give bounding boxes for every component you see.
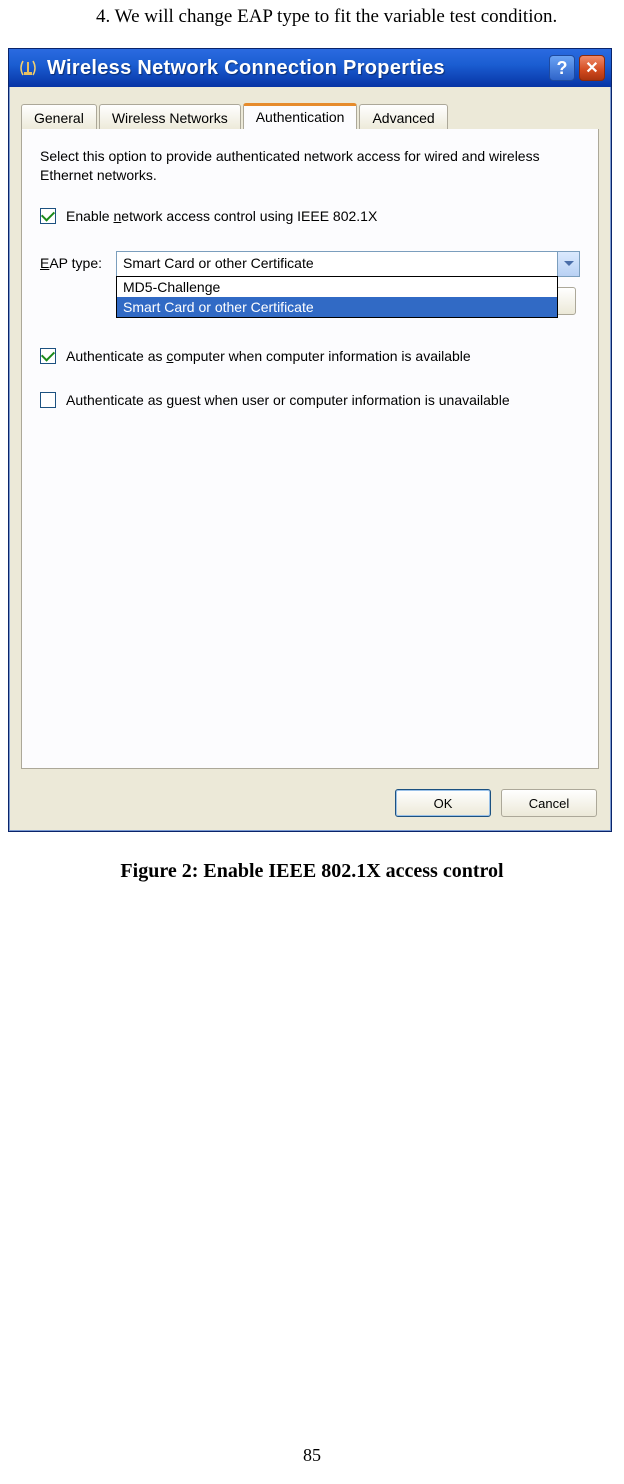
auth-as-guest-row: Authenticate as guest when user or compu… — [40, 391, 580, 409]
page-number: 85 — [0, 1445, 624, 1466]
panel-description: Select this option to provide authentica… — [40, 147, 580, 185]
tab-general[interactable]: General — [21, 104, 97, 130]
eap-type-label: EAP type: — [40, 251, 102, 271]
titlebar-buttons: ? ✕ — [549, 55, 605, 81]
t: omputer when computer information is ava… — [173, 348, 470, 364]
figure-caption: Figure 2: Enable IEEE 802.1X access cont… — [0, 860, 624, 883]
titlebar: Wireless Network Connection Properties ?… — [9, 49, 611, 87]
auth-as-computer-checkbox[interactable] — [40, 348, 56, 364]
enable-8021x-row: Enable network access control using IEEE… — [40, 207, 580, 225]
t: Enable — [66, 208, 113, 224]
tab-strip: General Wireless Networks Authentication… — [9, 87, 611, 129]
dialog-button-row: OK Cancel — [9, 781, 611, 831]
eap-type-value: Smart Card or other Certificate — [117, 252, 557, 276]
dropdown-item-md5[interactable]: MD5-Challenge — [117, 277, 557, 297]
authentication-panel: Select this option to provide authentica… — [21, 129, 599, 769]
dropdown-item-smartcard[interactable]: Smart Card or other Certificate — [117, 297, 557, 317]
screenshot-region: Wireless Network Connection Properties ?… — [8, 48, 616, 832]
close-button[interactable]: ✕ — [579, 55, 605, 81]
t: AP type: — [49, 255, 102, 271]
t: E — [40, 255, 49, 271]
auth-as-guest-checkbox[interactable] — [40, 392, 56, 408]
auth-as-computer-row: Authenticate as computer when computer i… — [40, 347, 580, 365]
auth-as-computer-label: Authenticate as computer when computer i… — [66, 347, 471, 365]
eap-type-combobox[interactable]: Smart Card or other Certificate — [116, 251, 580, 277]
t: uest when user or computer information i… — [174, 392, 509, 408]
eap-combo-wrap: Smart Card or other Certificate MD5-Chal… — [116, 251, 580, 277]
cancel-button[interactable]: Cancel — [501, 789, 597, 817]
ok-button[interactable]: OK — [395, 789, 491, 817]
auth-as-guest-label: Authenticate as guest when user or compu… — [66, 391, 510, 409]
t: etwork access control using IEEE 802.1X — [121, 208, 377, 224]
tab-advanced[interactable]: Advanced — [359, 104, 447, 130]
help-button[interactable]: ? — [549, 55, 575, 81]
eap-type-row: EAP type: Smart Card or other Certificat… — [40, 251, 580, 277]
eap-type-dropdown: MD5-Challenge Smart Card or other Certif… — [116, 276, 558, 318]
t: Authenticate as — [66, 392, 166, 408]
properties-dialog: Wireless Network Connection Properties ?… — [8, 48, 612, 832]
wireless-icon — [17, 57, 39, 79]
t: Authenticate as — [66, 348, 166, 364]
tab-authentication[interactable]: Authentication — [243, 103, 358, 129]
chevron-down-icon[interactable] — [557, 252, 579, 276]
enable-8021x-label: Enable network access control using IEEE… — [66, 207, 377, 225]
tab-wireless-networks[interactable]: Wireless Networks — [99, 104, 241, 130]
dialog-title: Wireless Network Connection Properties — [47, 57, 541, 80]
enable-8021x-checkbox[interactable] — [40, 208, 56, 224]
document-intro-text: 4. We will change EAP type to fit the va… — [0, 0, 624, 48]
